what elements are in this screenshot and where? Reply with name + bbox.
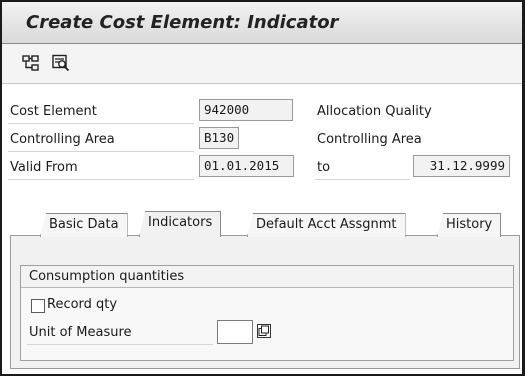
label-underline <box>8 151 194 152</box>
controlling-area-field[interactable]: B130 <box>199 127 239 149</box>
unit-of-measure-input[interactable] <box>217 320 253 344</box>
consumption-quantities-group: Consumption quantities Record qty Unit o… <box>20 265 514 361</box>
unit-of-measure-label: Unit of Measure <box>29 325 132 340</box>
record-qty-checkbox[interactable] <box>31 299 45 313</box>
controlling-area-right-label: Controlling Area <box>317 132 422 147</box>
tab-default-acct-assgnmt[interactable]: Default Acct Assgnmt <box>247 213 406 237</box>
cost-element-field[interactable]: 942000 <box>199 99 293 121</box>
main-content: Cost Element 942000 Allocation Quality C… <box>2 85 522 374</box>
valid-to-label: to <box>317 160 331 175</box>
controlling-area-label: Controlling Area <box>10 132 115 147</box>
tab-history[interactable]: History <box>437 213 502 237</box>
label-underline <box>27 344 213 345</box>
label-underline <box>8 123 194 124</box>
tab-basic-data[interactable]: Basic Data <box>40 213 128 237</box>
value-help-icon[interactable] <box>257 324 271 338</box>
record-qty-label: Record qty <box>47 297 118 312</box>
valid-from-label: Valid From <box>10 160 78 175</box>
label-underline <box>8 179 194 180</box>
application-toolbar <box>2 44 522 84</box>
valid-from-field[interactable]: 01.01.2015 <box>199 155 294 177</box>
label-underline <box>315 179 410 180</box>
title-bar: Create Cost Element: Indicator <box>2 2 522 44</box>
hierarchy-icon[interactable] <box>22 54 40 72</box>
allocation-quality-label: Allocation Quality <box>317 104 432 119</box>
page-title: Create Cost Element: Indicator <box>26 12 339 33</box>
tab-indicators[interactable]: Indicators <box>139 211 222 237</box>
cost-element-label: Cost Element <box>10 104 97 119</box>
group-title: Consumption quantities <box>29 269 185 284</box>
group-header: Consumption quantities <box>21 266 513 288</box>
valid-to-field[interactable]: 31.12.9999 <box>413 155 510 177</box>
display-icon[interactable] <box>52 54 70 72</box>
